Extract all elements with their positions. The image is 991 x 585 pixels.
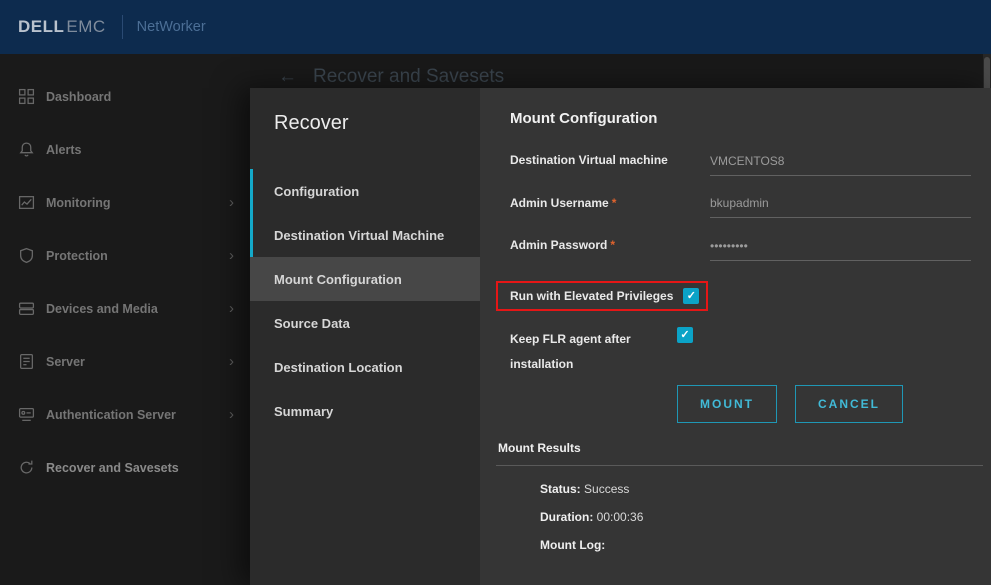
status-value: Success xyxy=(584,482,629,496)
sidebar-item-label: Devices and Media xyxy=(46,302,229,316)
admin-password-input[interactable]: ••••••••• xyxy=(710,239,971,261)
field-label: Admin Username* xyxy=(510,196,710,219)
sidebar-item-devices-and-media[interactable]: Devices and Media › xyxy=(0,282,250,335)
recover-icon xyxy=(18,459,35,476)
step-destination-virtual-machine[interactable]: Destination Virtual Machine xyxy=(250,213,480,257)
server-icon xyxy=(18,353,35,370)
result-duration-line: Duration: 00:00:36 xyxy=(540,510,971,524)
step-label: Source Data xyxy=(274,316,350,331)
brand-emc: EMC xyxy=(66,17,105,37)
chevron-right-icon: › xyxy=(229,407,234,422)
page-title-row: ← Recover and Savesets xyxy=(278,66,504,88)
header-divider xyxy=(122,15,123,39)
required-asterisk: * xyxy=(612,196,617,210)
field-label-text: Admin Username xyxy=(510,196,609,210)
elevated-privileges-label: Run with Elevated Privileges xyxy=(510,289,673,303)
keep-flr-agent-checkbox[interactable]: ✓ xyxy=(677,327,693,343)
sidebar-item-protection[interactable]: Protection › xyxy=(0,229,250,282)
recover-dialog: Recover Configuration Destination Virtua… xyxy=(250,88,991,585)
mount-configuration-panel: Mount Configuration Destination Virtual … xyxy=(480,88,991,585)
result-mount-log-line: Mount Log: xyxy=(540,538,971,552)
elevated-privileges-checkbox[interactable]: ✓ xyxy=(683,288,699,304)
keep-flr-agent-label: Keep FLR agent after installation xyxy=(510,327,677,377)
chevron-right-icon: › xyxy=(229,248,234,263)
dialog-button-row: MOUNT CANCEL xyxy=(677,385,971,423)
networker-app-screen: DELLEMC NetWorker ← Recover and Savesets… xyxy=(0,0,991,585)
dialog-title: Recover xyxy=(250,112,480,135)
step-source-data[interactable]: Source Data xyxy=(250,301,480,345)
status-label: Status: xyxy=(540,482,581,496)
shield-icon xyxy=(18,247,35,264)
monitoring-chart-icon xyxy=(18,194,35,211)
mount-results-heading: Mount Results xyxy=(498,441,971,455)
check-mark-icon: ✓ xyxy=(680,328,689,341)
result-status-line: Status: Success xyxy=(540,482,971,496)
brand-dell: DELL xyxy=(18,17,64,37)
step-destination-location[interactable]: Destination Location xyxy=(250,345,480,389)
sidebar-item-server[interactable]: Server › xyxy=(0,335,250,388)
dashboard-icon xyxy=(18,88,35,105)
app-name: NetWorker xyxy=(137,19,206,35)
mount-button[interactable]: MOUNT xyxy=(677,385,777,423)
sidebar-item-label: Protection xyxy=(46,249,229,263)
sidebar-item-monitoring[interactable]: Monitoring › xyxy=(0,176,250,229)
cancel-button[interactable]: CANCEL xyxy=(795,385,903,423)
elevated-privileges-highlight-box: Run with Elevated Privileges ✓ xyxy=(496,281,708,311)
field-label: Destination Virtual machine xyxy=(510,153,710,176)
auth-server-icon xyxy=(18,406,35,423)
dell-emc-logo: DELLEMC xyxy=(18,17,106,37)
duration-label: Duration: xyxy=(540,510,593,524)
destination-vm-input[interactable]: VMCENTOS8 xyxy=(710,154,971,176)
sidebar-item-recover-and-savesets[interactable]: Recover and Savesets xyxy=(0,441,250,494)
sidebar-item-label: Dashboard xyxy=(46,90,234,104)
sidebar-item-label: Monitoring xyxy=(46,196,229,210)
mount-log-label: Mount Log: xyxy=(540,538,605,552)
duration-value: 00:00:36 xyxy=(597,510,644,524)
step-label: Destination Virtual Machine xyxy=(274,228,444,243)
field-row-admin-password: Admin Password* ••••••••• xyxy=(510,238,971,261)
sidebar-item-label: Recover and Savesets xyxy=(46,461,234,475)
mount-results: Status: Success Duration: 00:00:36 Mount… xyxy=(510,466,971,552)
required-asterisk: * xyxy=(610,238,615,252)
field-row-admin-username: Admin Username* bkupadmin xyxy=(510,196,971,219)
step-label: Destination Location xyxy=(274,360,403,375)
admin-username-input[interactable]: bkupadmin xyxy=(710,196,971,218)
field-row-destination-vm: Destination Virtual machine VMCENTOS8 xyxy=(510,153,971,176)
sidebar-item-label: Server xyxy=(46,355,229,369)
top-header-bar: DELLEMC NetWorker xyxy=(0,0,991,54)
field-label-text: Destination Virtual machine xyxy=(510,153,668,167)
keep-flr-agent-row: Keep FLR agent after installation ✓ xyxy=(510,327,971,377)
field-label-text: Admin Password xyxy=(510,238,607,252)
step-summary[interactable]: Summary xyxy=(250,389,480,433)
sidebar-item-label: Authentication Server xyxy=(46,408,229,422)
devices-icon xyxy=(18,300,35,317)
sidebar-item-label: Alerts xyxy=(46,143,234,157)
panel-title: Mount Configuration xyxy=(510,110,971,127)
sidebar-item-dashboard[interactable]: Dashboard xyxy=(0,70,250,123)
check-mark-icon: ✓ xyxy=(687,289,696,302)
chevron-right-icon: › xyxy=(229,301,234,316)
chevron-right-icon: › xyxy=(229,195,234,210)
chevron-right-icon: › xyxy=(229,354,234,369)
bell-icon xyxy=(18,141,35,158)
field-label: Admin Password* xyxy=(510,238,710,261)
back-arrow-icon[interactable]: ← xyxy=(278,66,297,88)
recover-wizard-nav: Recover Configuration Destination Virtua… xyxy=(250,88,480,585)
elevated-privileges-row: Run with Elevated Privileges ✓ xyxy=(510,281,971,311)
step-mount-configuration[interactable]: Mount Configuration xyxy=(250,257,480,301)
sidebar: Dashboard Alerts Monitoring › Protection… xyxy=(0,54,250,585)
step-label: Summary xyxy=(274,404,333,419)
sidebar-item-authentication-server[interactable]: Authentication Server › xyxy=(0,388,250,441)
step-configuration[interactable]: Configuration xyxy=(250,169,480,213)
wizard-steps: Configuration Destination Virtual Machin… xyxy=(250,169,480,433)
step-label: Mount Configuration xyxy=(274,272,402,287)
page-title: Recover and Savesets xyxy=(313,66,504,88)
step-label: Configuration xyxy=(274,184,359,199)
sidebar-item-alerts[interactable]: Alerts xyxy=(0,123,250,176)
